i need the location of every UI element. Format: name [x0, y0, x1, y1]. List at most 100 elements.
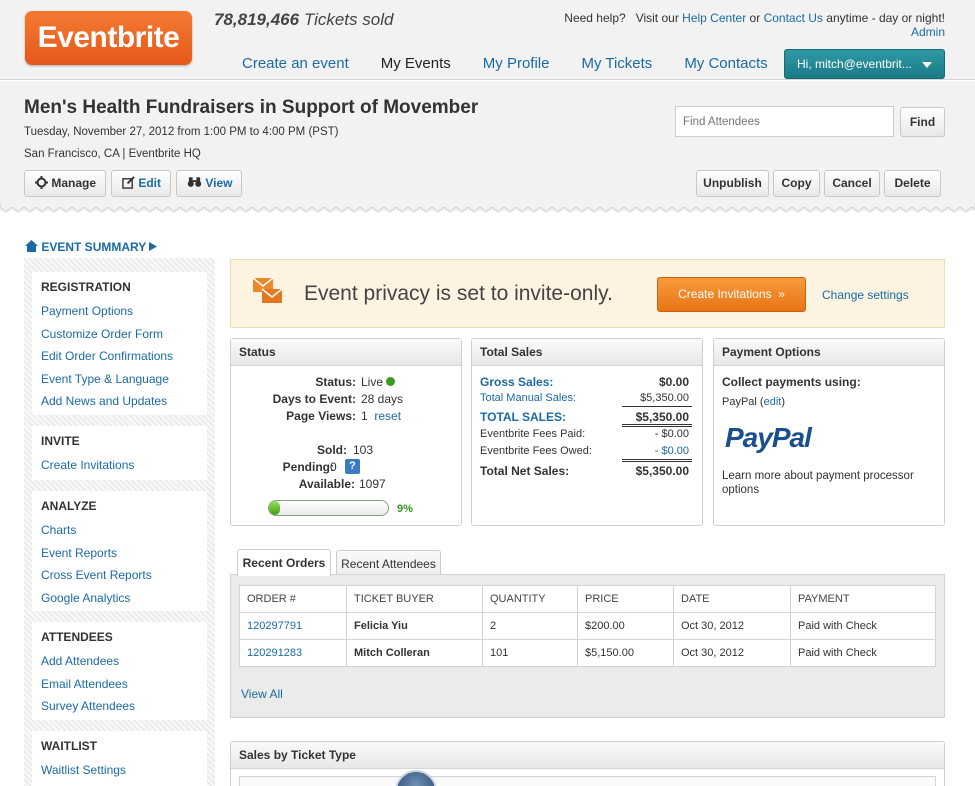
- column-header[interactable]: ORDER #: [239, 585, 347, 613]
- find-attendees-input[interactable]: [675, 106, 894, 137]
- sidebar-item-create-invitations[interactable]: Create Invitations: [41, 454, 198, 477]
- sidebar-item-cross-event-reports[interactable]: Cross Event Reports: [41, 564, 198, 587]
- net-sales-label: Total Net Sales:: [480, 464, 570, 478]
- fees-owed-value[interactable]: - $0.00: [655, 445, 689, 457]
- sidebar: REGISTRATION Payment Options Customize O…: [24, 258, 215, 786]
- unpublish-button[interactable]: Unpublish: [696, 170, 769, 197]
- privacy-banner: Event privacy is set to invite-only. Cre…: [230, 259, 945, 328]
- sidebar-item-edit-order-confirmations[interactable]: Edit Order Confirmations: [41, 345, 198, 368]
- order-date: Oct 30, 2012: [673, 612, 791, 640]
- nav-my-tickets[interactable]: My Tickets: [565, 55, 668, 80]
- manual-sales-value: $5,350.00: [640, 392, 689, 404]
- views-label: Page Views:: [286, 409, 356, 423]
- payment-method: PayPal (edit): [722, 396, 786, 408]
- nav-create-event[interactable]: Create an event: [226, 55, 365, 80]
- view-button[interactable]: View: [176, 170, 242, 197]
- column-header[interactable]: QUANTITY: [482, 585, 578, 613]
- eventbrite-logo[interactable]: Eventbrite: [25, 11, 192, 65]
- find-button[interactable]: Find: [900, 107, 945, 137]
- tab-recent-attendees[interactable]: Recent Attendees: [336, 550, 441, 576]
- panel-title: Total Sales: [472, 339, 702, 366]
- help-question-icon[interactable]: ?: [345, 459, 360, 474]
- sidebar-item-event-reports[interactable]: Event Reports: [41, 542, 198, 565]
- learn-more-link[interactable]: Learn more about payment processor optio…: [722, 469, 932, 497]
- recent-orders-panel: ORDER # TICKET BUYER QUANTITY PRICE DATE…: [230, 574, 945, 718]
- tickets-sold-counter: 78,819,466 Tickets sold: [214, 10, 394, 29]
- ticket-type-panel: Sales by Ticket Type: [230, 741, 945, 786]
- ticket-type-table: [239, 776, 936, 786]
- collect-label: Collect payments using:: [722, 375, 861, 389]
- view-all-link[interactable]: View All: [241, 687, 283, 701]
- sum-divider: [622, 406, 692, 407]
- manage-label: Manage: [51, 176, 97, 190]
- cancel-button[interactable]: Cancel: [824, 170, 880, 197]
- buyer-name: Felicia Yiu: [346, 612, 483, 640]
- gross-sales-label[interactable]: Gross Sales:: [480, 375, 553, 389]
- available-label: Available:: [298, 477, 355, 491]
- total-sales-label[interactable]: TOTAL SALES:: [480, 410, 566, 424]
- pending-label: Pending:: [282, 460, 334, 474]
- progress-percent: 9%: [397, 503, 413, 515]
- event-summary-link[interactable]: EVENT SUMMARY: [25, 240, 158, 254]
- sidebar-item-add-attendees[interactable]: Add Attendees: [41, 650, 198, 673]
- sidebar-item-event-type-language[interactable]: Event Type & Language: [41, 368, 198, 391]
- reset-link[interactable]: reset: [374, 409, 401, 423]
- panel-title: Payment Options: [714, 339, 944, 366]
- column-header[interactable]: DATE: [673, 585, 791, 613]
- contact-us-link[interactable]: Contact Us: [764, 11, 823, 25]
- column-header[interactable]: PRICE: [577, 585, 674, 613]
- home-icon: [25, 240, 38, 252]
- sidebar-item-survey-attendees[interactable]: Survey Attendees: [41, 695, 198, 718]
- sidebar-item-waitlist-settings[interactable]: Waitlist Settings: [41, 759, 198, 782]
- days-label: Days to Event:: [272, 392, 356, 406]
- column-header[interactable]: PAYMENT: [790, 585, 936, 613]
- orders-table: ORDER # TICKET BUYER QUANTITY PRICE DATE…: [239, 585, 936, 667]
- payment-status: Paid with Check: [790, 612, 936, 640]
- buyer-name: Mitch Colleran: [346, 639, 483, 667]
- sidebar-item-customize-order-form[interactable]: Customize Order Form: [41, 323, 198, 346]
- quantity: 101: [482, 639, 578, 667]
- sum-divider: [622, 459, 692, 462]
- edit-payment-link[interactable]: edit: [764, 396, 782, 408]
- progress-fill: [269, 501, 280, 515]
- column-header[interactable]: TICKET BUYER: [346, 585, 483, 613]
- nav-my-contacts[interactable]: My Contacts: [668, 55, 783, 80]
- total-sales-value: $5,350.00: [635, 410, 689, 424]
- sidebar-heading: ATTENDEES: [41, 630, 113, 644]
- sidebar-section-registration: REGISTRATION Payment Options Customize O…: [32, 272, 207, 415]
- sidebar-heading: REGISTRATION: [41, 280, 131, 294]
- days-value: 28 days: [361, 392, 404, 406]
- sidebar-item-add-news[interactable]: Add News and Updates: [41, 390, 198, 413]
- order-number-link[interactable]: 120291283: [247, 647, 302, 659]
- sidebar-item-payment-options[interactable]: Payment Options: [41, 300, 198, 323]
- create-invitations-button[interactable]: Create Invitations »: [657, 277, 806, 312]
- nav-my-profile[interactable]: My Profile: [467, 55, 566, 80]
- zigzag-divider: [0, 203, 975, 213]
- sidebar-section-waitlist: WAITLIST Waitlist Settings: [32, 731, 207, 786]
- event-location: San Francisco, CA | Eventbrite HQ: [24, 148, 201, 160]
- sidebar-item-google-analytics[interactable]: Google Analytics: [41, 587, 198, 610]
- privacy-message: Event privacy is set to invite-only.: [304, 282, 613, 305]
- admin-link[interactable]: Admin: [911, 25, 945, 39]
- user-menu-button[interactable]: Hi, mitch@eventbrit...: [784, 49, 945, 79]
- delete-button[interactable]: Delete: [884, 170, 941, 197]
- manual-sales-label[interactable]: Total Manual Sales:: [480, 392, 576, 404]
- table-header-row: ORDER # TICKET BUYER QUANTITY PRICE DATE…: [239, 585, 936, 613]
- sidebar-item-email-attendees[interactable]: Email Attendees: [41, 673, 198, 696]
- copy-button[interactable]: Copy: [773, 170, 820, 197]
- edit-button[interactable]: Edit: [111, 170, 171, 197]
- order-number-link[interactable]: 120297791: [247, 620, 302, 632]
- manage-button[interactable]: Manage: [24, 170, 106, 197]
- help-center-link[interactable]: Help Center: [682, 11, 746, 25]
- payment-options-panel: Payment Options Collect payments using: …: [713, 338, 945, 526]
- change-settings-link[interactable]: Change settings: [822, 288, 909, 302]
- nav-my-events[interactable]: My Events: [365, 55, 467, 80]
- available-value: 1097: [359, 477, 386, 491]
- tab-recent-orders[interactable]: Recent Orders: [237, 549, 331, 576]
- sidebar-heading: ANALYZE: [41, 499, 97, 513]
- caret-down-icon: [922, 62, 932, 68]
- table-row: 120291283 Mitch Colleran 101 $5,150.00 O…: [239, 639, 936, 667]
- payment-status: Paid with Check: [790, 639, 936, 667]
- sidebar-item-charts[interactable]: Charts: [41, 519, 198, 542]
- table-row: 120297791 Felicia Yiu 2 $200.00 Oct 30, …: [239, 612, 936, 640]
